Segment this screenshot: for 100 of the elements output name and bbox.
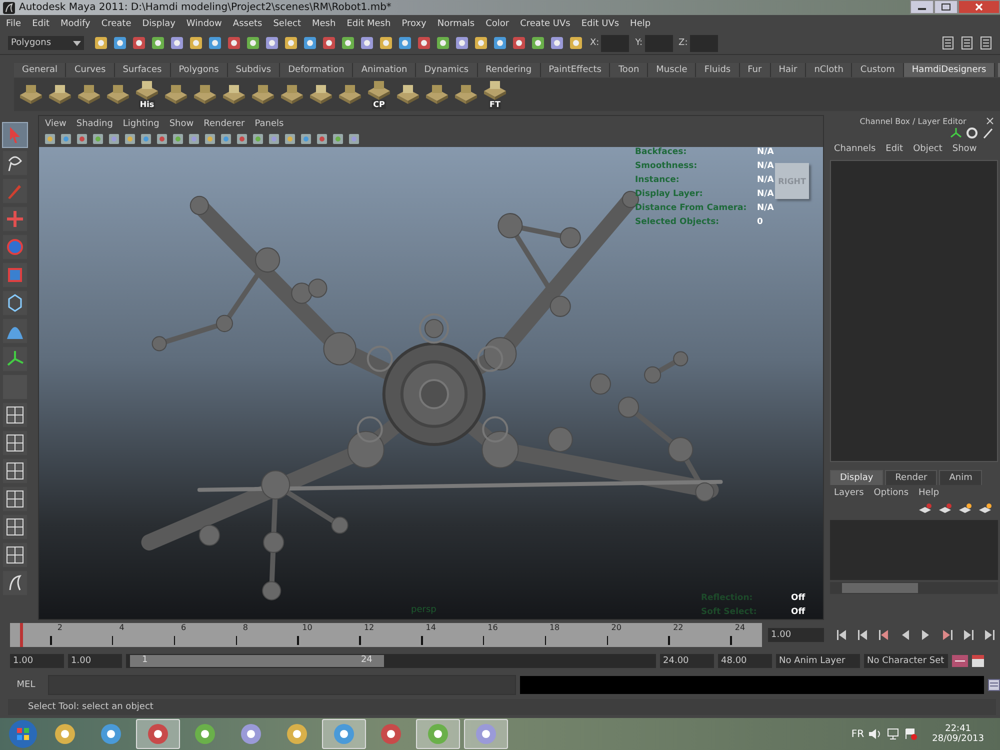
- tool-icon[interactable]: [206, 34, 223, 52]
- panel-menu-item[interactable]: View: [45, 118, 66, 128]
- menu-item[interactable]: Create UVs: [520, 18, 570, 28]
- menu-item[interactable]: Assets: [232, 18, 262, 28]
- shelf-button[interactable]: [250, 85, 276, 104]
- playback-button[interactable]: [941, 630, 953, 640]
- menu-item[interactable]: Display: [142, 18, 176, 28]
- menu-item[interactable]: Edit: [886, 144, 904, 154]
- tool-icon[interactable]: [567, 34, 584, 52]
- viewport-tool-icon[interactable]: [43, 132, 56, 146]
- axes-icon[interactable]: [950, 127, 962, 139]
- tool-icon[interactable]: [510, 34, 527, 52]
- minimize-button[interactable]: [910, 0, 934, 14]
- layer-tab[interactable]: Render: [885, 470, 938, 485]
- circle-icon[interactable]: [966, 127, 978, 139]
- language-indicator[interactable]: FR: [851, 728, 864, 740]
- menu-item[interactable]: Object: [913, 144, 942, 154]
- tool-button[interactable]: [3, 403, 27, 427]
- viewport-tool-icon[interactable]: [75, 132, 88, 146]
- tool-icon[interactable]: [377, 34, 394, 52]
- taskbar-app-button[interactable]: [322, 719, 366, 749]
- shelf-button[interactable]: CP: [366, 80, 392, 108]
- menu-item[interactable]: Edit UVs: [581, 18, 620, 28]
- shelf-tab[interactable]: Subdivs: [228, 62, 280, 76]
- volume-icon[interactable]: [868, 728, 882, 740]
- viewport-tool-icon[interactable]: [187, 132, 200, 146]
- viewport-tool-icon[interactable]: [219, 132, 232, 146]
- shelf-button[interactable]: [163, 85, 189, 104]
- shelf-button[interactable]: [337, 85, 363, 104]
- menu-item[interactable]: Channels: [834, 144, 876, 154]
- tool-icon[interactable]: [453, 34, 470, 52]
- shelf-button[interactable]: [192, 85, 218, 104]
- horizontal-scrollbar[interactable]: [830, 582, 998, 594]
- anim-layer-dropdown[interactable]: No Anim Layer: [776, 654, 860, 668]
- tool-icon[interactable]: [130, 34, 147, 52]
- shelf-tab[interactable]: PaintEffects: [540, 62, 610, 76]
- menu-item[interactable]: Mesh: [312, 18, 336, 28]
- menu-item[interactable]: Color: [486, 18, 510, 28]
- command-language-label[interactable]: MEL: [8, 680, 44, 690]
- viewport-tool-icon[interactable]: [283, 132, 296, 146]
- tool-icon[interactable]: [149, 34, 166, 52]
- tool-icon[interactable]: [320, 34, 337, 52]
- script-editor-icon[interactable]: [988, 679, 1000, 691]
- playback-start-field[interactable]: 1.00: [68, 654, 122, 668]
- tool-icon[interactable]: [434, 34, 451, 52]
- playback-button[interactable]: [983, 630, 995, 640]
- tool-icon[interactable]: [225, 34, 242, 52]
- panel-menu-item[interactable]: Renderer: [204, 118, 245, 128]
- menu-item[interactable]: Show: [952, 144, 977, 154]
- shelf-button[interactable]: [424, 85, 450, 104]
- tool-icon[interactable]: [187, 34, 204, 52]
- viewport-tool-icon[interactable]: [331, 132, 344, 146]
- shelf-button[interactable]: [453, 85, 479, 104]
- shelf-button[interactable]: His: [134, 80, 160, 108]
- shelf-tab[interactable]: Fluids: [696, 62, 740, 76]
- start-button[interactable]: [6, 719, 40, 749]
- shelf-tab[interactable]: Fur: [740, 62, 771, 76]
- viewport-tool-icon[interactable]: [299, 132, 312, 146]
- menu-set-dropdown[interactable]: Polygons: [8, 36, 84, 50]
- shelf-tab[interactable]: Toon: [610, 62, 648, 76]
- shelf-button[interactable]: [279, 85, 305, 104]
- shelf-tab[interactable]: Rendering: [478, 62, 541, 76]
- viewport-tool-icon[interactable]: [155, 132, 168, 146]
- close-icon[interactable]: [986, 117, 994, 125]
- tool-icon[interactable]: [263, 34, 280, 52]
- menu-item[interactable]: Window: [186, 18, 222, 28]
- taskbar-app-button[interactable]: [416, 719, 460, 749]
- shelf-tab[interactable]: Curves: [66, 62, 115, 76]
- viewport-tool-icon[interactable]: [267, 132, 280, 146]
- playback-button[interactable]: [836, 630, 848, 640]
- viewport-tool-icon[interactable]: [347, 132, 360, 146]
- tool-icon[interactable]: [491, 34, 508, 52]
- viewport-tool-icon[interactable]: [123, 132, 136, 146]
- playback-button[interactable]: [857, 630, 869, 640]
- input-field[interactable]: [644, 34, 673, 52]
- taskbar-app-button[interactable]: [136, 719, 180, 749]
- tool-button[interactable]: [3, 347, 27, 371]
- maximize-button[interactable]: [934, 0, 958, 14]
- menu-item[interactable]: Edit: [32, 18, 50, 28]
- tool-icon[interactable]: [529, 34, 546, 52]
- tool-icon[interactable]: [472, 34, 489, 52]
- viewport-tool-icon[interactable]: [203, 132, 216, 146]
- layer-tab[interactable]: Display: [830, 470, 884, 485]
- viewport-tool-icon[interactable]: [91, 132, 104, 146]
- shelf-tab[interactable]: Polygons: [170, 62, 228, 76]
- shelf-tab[interactable]: Muscle: [648, 62, 696, 76]
- range-slider[interactable]: 1 24: [130, 655, 384, 667]
- tool-icon[interactable]: [396, 34, 413, 52]
- tool-button[interactable]: [3, 151, 27, 175]
- tool-icon[interactable]: [358, 34, 375, 52]
- menu-item[interactable]: Create: [101, 18, 132, 28]
- tool-button[interactable]: [3, 319, 27, 343]
- tool-button[interactable]: [3, 431, 27, 455]
- taskbar-app-button[interactable]: [464, 719, 508, 749]
- viewport-tool-icon[interactable]: [235, 132, 248, 146]
- input-field[interactable]: [690, 34, 718, 52]
- shelf-button[interactable]: [221, 85, 247, 104]
- shelf-tab[interactable]: nCloth: [806, 62, 852, 76]
- viewport-tool-icon[interactable]: [315, 132, 328, 146]
- shelf-button[interactable]: [308, 85, 334, 104]
